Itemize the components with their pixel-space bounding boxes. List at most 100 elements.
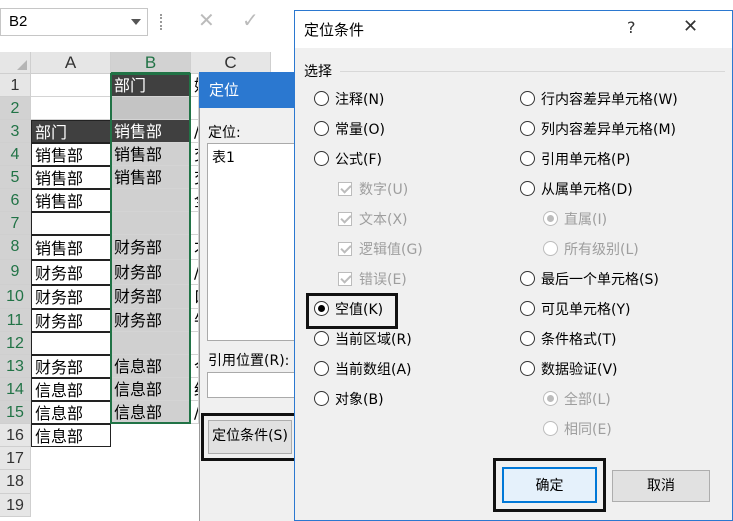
sheet-cell[interactable]: 销售部 [31,166,111,189]
sheet-cell[interactable]: 财务部 [31,355,111,378]
row-header[interactable]: 18 [0,470,31,494]
row-header[interactable]: 7 [0,212,31,235]
radio-option[interactable]: 当前数组(A) [314,360,412,380]
radio-option[interactable]: 公式(F) [314,150,382,170]
sheet-cell[interactable]: 交 [191,143,199,166]
sheet-cell[interactable]: / [191,401,199,424]
sheet-cell[interactable]: 财务部 [111,309,191,332]
sheet-cell[interactable]: 财务部 [31,309,111,332]
sheet-cell[interactable]: 红 [191,378,199,401]
row-header[interactable]: 9 [0,260,31,285]
radio-icon[interactable] [520,181,535,196]
radio-icon[interactable] [520,301,535,316]
radio-icon[interactable] [520,121,535,136]
sheet-cell[interactable]: / [191,120,199,143]
sheet-cell[interactable]: 口 [191,285,199,309]
sheet-cell[interactable]: 信息部 [111,355,191,378]
column-header-b[interactable]: B [111,52,191,74]
radio-icon[interactable] [314,331,329,346]
radio-option[interactable]: 常量(O) [314,120,385,140]
sheet-cell[interactable] [191,97,199,120]
sheet-cell[interactable] [31,97,111,120]
sheet-cell[interactable]: 销售部 [31,189,111,212]
sheet-cell[interactable]: 财务部 [111,285,191,309]
sheet-cell[interactable] [191,332,199,355]
sheet-cell[interactable]: 信息部 [31,424,111,447]
cancel-button[interactable]: 取消 [612,470,710,502]
sheet-cell[interactable]: 信息部 [111,378,191,401]
select-all-corner[interactable] [0,52,31,74]
sheet-cell[interactable] [31,332,111,355]
column-header-a[interactable]: A [31,52,111,74]
sheet-cell[interactable] [191,212,199,235]
sheet-cell[interactable]: 全 [191,189,199,212]
row-header[interactable]: 15 [0,401,31,424]
sheet-cell[interactable]: 部门 [111,74,191,97]
sheet-cell[interactable]: 信息部 [31,378,111,401]
radio-option[interactable]: 引用单元格(P) [520,150,630,170]
goto-special-button[interactable]: 定位条件(S) [208,420,292,454]
row-header[interactable]: 13 [0,355,31,378]
reference-input[interactable] [207,372,299,398]
cancel-formula-icon[interactable]: ✕ [198,8,215,32]
sheet-cell[interactable] [31,212,111,235]
enter-formula-icon[interactable]: ✓ [242,8,259,32]
radio-option[interactable]: 可见单元格(Y) [520,300,630,320]
sheet-cell[interactable]: 财务部 [31,260,111,285]
radio-option[interactable]: 注释(N) [314,90,384,110]
radio-icon[interactable] [314,151,329,166]
sheet-cell[interactable]: / [191,260,199,285]
sheet-cell[interactable]: 销售部 [31,143,111,166]
sheet-cell[interactable] [111,332,191,355]
radio-icon[interactable] [314,91,329,106]
close-icon[interactable]: ✕ [683,16,698,37]
help-icon[interactable]: ? [627,18,636,37]
radio-option[interactable]: 列内容差异单元格(M) [520,120,676,140]
goto-list-item[interactable]: 表1 [212,147,294,167]
row-header[interactable]: 6 [0,189,31,212]
radio-icon[interactable] [520,361,535,376]
goto-list[interactable]: 表1 [207,143,299,341]
sheet-cell[interactable]: 部门 [31,120,111,143]
sheet-cell[interactable]: 才 [191,235,199,260]
sheet-cell[interactable]: 信息部 [111,401,191,424]
radio-icon[interactable] [520,91,535,106]
row-header[interactable]: 12 [0,332,31,355]
row-header[interactable]: 1 [0,74,31,97]
sheet-cell[interactable]: 信息部 [31,401,111,424]
radio-icon[interactable] [520,331,535,346]
column-header-c[interactable]: C [191,52,271,74]
sheet-cell[interactable]: 交 [191,166,199,189]
sheet-cell[interactable]: 姓 [191,74,199,97]
radio-option[interactable]: 从属单元格(D) [520,180,633,200]
radio-option[interactable]: 数据验证(V) [520,360,618,380]
sheet-cell[interactable]: 财务部 [111,235,191,260]
radio-option[interactable]: 最后一个单元格(S) [520,270,659,290]
radio-option[interactable]: 当前区域(R) [314,330,412,350]
sheet-cell[interactable] [111,189,191,212]
radio-icon[interactable] [314,391,329,406]
row-header[interactable]: 8 [0,235,31,260]
sheet-cell[interactable] [111,97,191,120]
radio-icon[interactable] [520,271,535,286]
radio-icon[interactable] [520,151,535,166]
row-header[interactable]: 5 [0,166,31,189]
row-header[interactable]: 16 [0,424,31,447]
row-header[interactable]: 10 [0,285,31,309]
sheet-cell[interactable]: 销售部 [111,143,191,166]
row-header[interactable]: 11 [0,309,31,332]
row-header[interactable]: 14 [0,378,31,401]
sheet-cell[interactable] [111,212,191,235]
row-header[interactable]: 4 [0,143,31,166]
radio-icon[interactable] [314,121,329,136]
row-header[interactable]: 3 [0,120,31,143]
sheet-cell[interactable]: 销售部 [31,235,111,260]
row-header[interactable]: 19 [0,494,31,517]
row-header[interactable]: 17 [0,447,31,470]
ok-button[interactable]: 确定 [502,467,597,503]
row-header[interactable]: 2 [0,97,31,120]
sheet-cell[interactable]: 销售部 [111,166,191,189]
sheet-cell[interactable]: 财务部 [31,285,111,309]
name-box[interactable]: B2 [0,8,148,36]
sheet-cell[interactable]: 销售部 [111,120,191,143]
